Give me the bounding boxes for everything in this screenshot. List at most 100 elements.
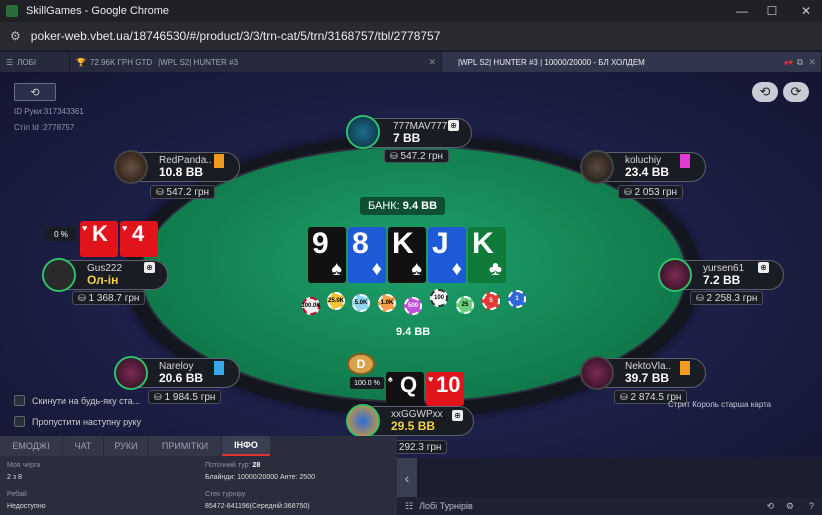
- player-chips-value: 1 368.7 грн: [88, 292, 140, 304]
- bounty-icon: ⊕: [758, 262, 769, 273]
- pot-label: БАНК:: [368, 200, 400, 212]
- refresh-button[interactable]: ⟳: [783, 82, 809, 102]
- avatar[interactable]: [658, 258, 692, 292]
- collapse-panel-button[interactable]: ‹: [397, 458, 417, 498]
- flag-icon: [214, 361, 224, 375]
- tab-tournament[interactable]: 🏆 72.96K ГРН GTD |WPL S2| HUNTER #3 ✕: [70, 52, 442, 72]
- tab-close-icon[interactable]: ✕: [428, 57, 436, 68]
- player-chips: ⛁ 2 053 грн: [618, 185, 684, 199]
- player-chips: ⛁ 1 368.7 грн: [72, 291, 146, 305]
- rebuy-label: Ребай: [7, 491, 27, 498]
- chip-25k: 25.0K: [327, 292, 345, 310]
- my-turn-value: 2 з 8: [7, 474, 22, 481]
- rebuy-value: Недоступно: [7, 503, 46, 510]
- left-hole-card-1: ♥ K: [80, 221, 118, 257]
- redo-icon: ⟳: [790, 84, 802, 99]
- skip-hand-checkbox[interactable]: [14, 416, 25, 427]
- avatar[interactable]: [580, 150, 614, 184]
- avatar[interactable]: [346, 404, 380, 438]
- hand-history-button[interactable]: ⟲: [14, 83, 56, 101]
- fold-any-checkbox[interactable]: [14, 395, 25, 406]
- tab-notes[interactable]: ПРИМІТКИ: [149, 436, 221, 456]
- board-card-3-suit: ♠: [411, 258, 422, 280]
- player-chips-value: 2 258.3 грн: [706, 292, 758, 304]
- tab-game[interactable]: |WPL S2| HUNTER #3 | 10000/20000 - БЛ ХО…: [442, 52, 822, 72]
- flag-icon: [680, 154, 690, 168]
- card-suit: ♥: [122, 223, 128, 233]
- player-stack: 29.5 BB: [391, 419, 436, 433]
- flag-icon: [214, 154, 224, 168]
- chip-500: 500: [404, 297, 422, 315]
- card-rank: 10: [436, 372, 461, 397]
- menu-icon: ☰: [6, 57, 14, 67]
- tab-emoji[interactable]: ЕМОДЖІ: [0, 436, 62, 456]
- card-suit: ♠: [388, 374, 393, 384]
- player-chips-value: 1 984.5 грн: [164, 391, 216, 403]
- wallet-icon: ⛁: [78, 292, 86, 303]
- tab-hands[interactable]: РУКИ: [104, 436, 148, 456]
- help-icon[interactable]: ?: [809, 501, 814, 511]
- avatar[interactable]: [580, 356, 614, 390]
- player-stack: 10.8 BB: [159, 165, 204, 179]
- tab-info[interactable]: ІНФО: [222, 436, 270, 456]
- player-chips: ⛁ 547.2 грн: [384, 149, 450, 163]
- tab-game-label: |WPL S2| HUNTER #3 | 10000/20000 - БЛ ХО…: [458, 57, 645, 67]
- minimize-button[interactable]: —: [726, 0, 758, 22]
- chip-1: 1: [508, 290, 526, 308]
- close-button[interactable]: ✕: [790, 0, 822, 22]
- settings-icon[interactable]: ⚙: [786, 501, 794, 512]
- maximize-button[interactable]: ☐: [756, 0, 788, 22]
- site-info-icon[interactable]: ⚙: [10, 29, 21, 43]
- board-card-1-rank: 9: [312, 227, 329, 260]
- my-turn-label: Моя черга: [7, 462, 41, 469]
- current-round-value: 28: [252, 462, 261, 469]
- hand-id: ID Руки:317343361: [14, 107, 84, 116]
- avatar[interactable]: [346, 115, 380, 149]
- player-chips-value: 2 292.3 грн: [390, 441, 442, 453]
- url-text[interactable]: poker-web.vbet.ua/18746530/#/product/3/3…: [31, 29, 441, 43]
- chip-100: 100: [430, 289, 448, 307]
- bounty-icon: ⊕: [144, 262, 155, 273]
- tab-tournament-sublabel: |WPL S2| HUNTER #3: [158, 57, 238, 67]
- board-card-1: 9 ♠: [308, 227, 346, 283]
- popout-icon[interactable]: ⧉: [797, 57, 803, 68]
- avatar[interactable]: [114, 356, 148, 390]
- board-card-4-suit: ♦: [451, 258, 462, 280]
- board-card-3: K ♠: [388, 227, 426, 283]
- wallet-icon: ⛁: [696, 292, 704, 303]
- board-card-4-rank: J: [432, 227, 449, 260]
- board-card-5: K ♣: [468, 227, 506, 283]
- player-stack: Ол-ін: [87, 273, 119, 287]
- showdown-text: Стрит Король старша карта: [668, 400, 772, 409]
- board-card-5-rank: K: [472, 227, 494, 260]
- flag-icon: [680, 361, 690, 375]
- card-suit: ♥: [428, 374, 434, 384]
- grid-icon: ☷: [405, 500, 414, 511]
- card-rank: 4: [132, 221, 145, 246]
- left-hole-card-2: ♥ 4: [120, 221, 158, 257]
- table-id: Стіл Id :2778757: [14, 123, 75, 132]
- rebuy-back-button[interactable]: ⟲: [752, 82, 778, 102]
- wallet-icon: ⛁: [620, 391, 628, 402]
- app-icon: [6, 5, 18, 17]
- tab-chat[interactable]: ЧАТ: [63, 436, 103, 456]
- avatar[interactable]: [42, 258, 76, 292]
- stack-value: 85472-841196(Середній:368750): [205, 503, 310, 510]
- tab-lobby[interactable]: ☰ ЛОБІ: [0, 52, 70, 72]
- card-rank: K: [92, 221, 108, 246]
- fold-any-label: Скинути на будь-яку ста...: [32, 396, 141, 406]
- blinds-value: Блайнди: 10000/20000 Анте: 2500: [205, 474, 315, 481]
- wallet-icon: ⛁: [624, 186, 632, 197]
- board-card-5-suit: ♣: [488, 258, 502, 280]
- pot-display: БАНК: 9.4 BB: [360, 197, 446, 215]
- lobby-tournaments-link[interactable]: Лобі Турнірів: [419, 501, 473, 511]
- history-icon: ⟲: [30, 86, 40, 99]
- avatar[interactable]: [114, 150, 148, 184]
- tab-close-icon[interactable]: ✕: [808, 57, 816, 68]
- address-bar[interactable]: ⚙ poker-web.vbet.ua/18746530/#/product/3…: [0, 22, 822, 50]
- equity-badge: 0 %: [46, 227, 76, 241]
- tab-tournament-label: 72.96K ГРН GTD: [89, 57, 153, 67]
- player-chips-value: 547.2 грн: [400, 150, 444, 162]
- chip-1k: 1.0K: [378, 294, 396, 312]
- history-icon[interactable]: ⟲: [766, 501, 774, 512]
